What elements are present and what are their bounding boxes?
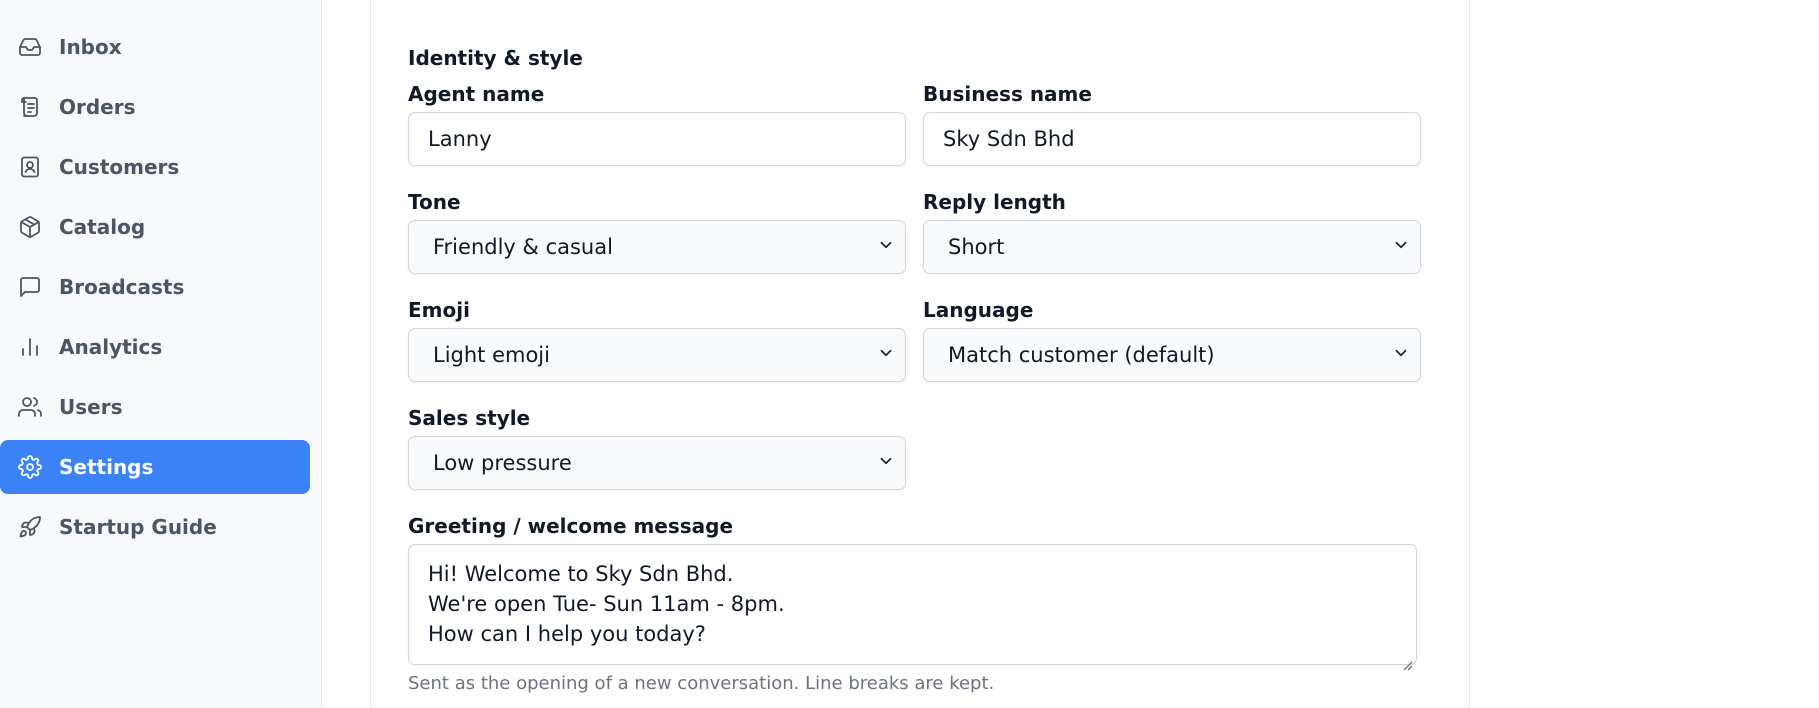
tone-label: Tone	[408, 190, 461, 214]
business-name-label: Business name	[923, 82, 1092, 106]
sidebar-item-label: Broadcasts	[59, 275, 185, 299]
language-label: Language	[923, 298, 1034, 322]
sidebar-item-label: Inbox	[59, 35, 122, 59]
sidebar-item-label: Analytics	[59, 335, 163, 359]
business-name-input[interactable]: Sky Sdn Bhd	[923, 112, 1421, 166]
sidebar-item-users[interactable]: Users	[0, 380, 310, 434]
greeting-line: We're open Tue- Sun 11am - 8pm.	[428, 592, 785, 616]
sidebar-item-startup-guide[interactable]: Startup Guide	[0, 500, 310, 554]
emoji-label: Emoji	[408, 298, 470, 322]
reply-length-label: Reply length	[923, 190, 1066, 214]
language-select[interactable]: Match customer (default)	[923, 328, 1421, 382]
greeting-line: How can I help you today?	[428, 622, 706, 646]
agent-name-label: Agent name	[408, 82, 545, 106]
contact-book-icon	[18, 155, 42, 179]
tone-select[interactable]: Friendly & casual	[408, 220, 906, 274]
sidebar-item-catalog[interactable]: Catalog	[0, 200, 310, 254]
bar-chart-icon	[18, 335, 42, 359]
sidebar-item-customers[interactable]: Customers	[0, 140, 310, 194]
language-value: Match customer (default)	[948, 343, 1215, 367]
sidebar-item-label: Orders	[59, 95, 136, 119]
sales-style-select[interactable]: Low pressure	[408, 436, 906, 490]
greeting-hint: Sent as the opening of a new conversatio…	[408, 673, 995, 694]
reply-length-select[interactable]: Short	[923, 220, 1421, 274]
sales-style-value: Low pressure	[433, 451, 572, 475]
sidebar-item-broadcasts[interactable]: Broadcasts	[0, 260, 310, 314]
greeting-label: Greeting / welcome message	[408, 514, 734, 538]
message-square-icon	[18, 275, 42, 299]
rocket-icon	[18, 515, 42, 539]
sidebar-item-label: Settings	[59, 455, 154, 479]
sidebar: Inbox Orders Customers Catalog Broadcast…	[0, 0, 322, 708]
chevron-down-icon	[1392, 343, 1410, 367]
users-icon	[18, 395, 42, 419]
receipt-icon	[18, 95, 42, 119]
agent-name-value: Lanny	[428, 127, 492, 151]
sidebar-item-label: Users	[59, 395, 123, 419]
inbox-icon	[18, 35, 42, 59]
agent-name-input[interactable]: Lanny	[408, 112, 906, 166]
sidebar-item-settings[interactable]: Settings	[0, 440, 310, 494]
package-icon	[18, 215, 42, 239]
sidebar-item-orders[interactable]: Orders	[0, 80, 310, 134]
sidebar-item-label: Catalog	[59, 215, 146, 239]
sidebar-item-inbox[interactable]: Inbox	[0, 20, 310, 74]
business-name-value: Sky Sdn Bhd	[943, 127, 1075, 151]
greeting-line: Hi! Welcome to Sky Sdn Bhd.	[428, 562, 734, 586]
sales-style-label: Sales style	[408, 406, 531, 430]
chevron-down-icon	[1392, 235, 1410, 259]
gear-icon	[18, 455, 42, 479]
sidebar-item-label: Startup Guide	[59, 515, 217, 539]
tone-value: Friendly & casual	[433, 235, 613, 259]
chevron-down-icon	[877, 451, 895, 475]
emoji-value: Light emoji	[433, 343, 550, 367]
chevron-down-icon	[877, 235, 895, 259]
section-title: Identity & style	[408, 46, 583, 70]
resize-handle-icon[interactable]	[1401, 649, 1413, 671]
greeting-textarea[interactable]: Hi! Welcome to Sky Sdn Bhd. We're open T…	[408, 544, 1417, 671]
sidebar-item-analytics[interactable]: Analytics	[0, 320, 310, 374]
emoji-select[interactable]: Light emoji	[408, 328, 906, 382]
chevron-down-icon	[877, 343, 895, 367]
reply-length-value: Short	[948, 235, 1005, 259]
sidebar-item-label: Customers	[59, 155, 180, 179]
